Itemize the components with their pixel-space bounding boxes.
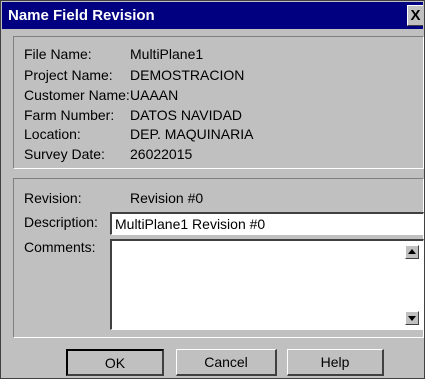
location-value: DEP. MAQUINARIA — [130, 126, 254, 142]
ok-button[interactable]: OK — [66, 349, 164, 376]
location-label: Location: — [24, 126, 81, 142]
description-label: Description: — [24, 214, 98, 230]
farm-number-value: DATOS NAVIDAD — [130, 107, 243, 123]
cancel-button[interactable]: Cancel — [176, 349, 277, 376]
comments-label: Comments: — [24, 239, 96, 255]
close-icon[interactable]: X — [407, 5, 423, 26]
file-name-label: File Name: — [24, 46, 92, 62]
revision-value: Revision #0 — [130, 190, 204, 206]
farm-number-label: Farm Number: — [24, 107, 115, 123]
file-name-value: MultiPlane1 — [130, 46, 204, 62]
customer-name-label: Customer Name: — [24, 87, 130, 103]
customer-name-value: UAAAN — [130, 87, 179, 103]
arrow-down-icon[interactable] — [405, 311, 419, 325]
description-input[interactable] — [110, 212, 424, 235]
help-button[interactable]: Help — [287, 349, 384, 376]
name-field-revision-dialog: Name Field Revision X File Name: MultiPl… — [0, 0, 425, 379]
window-title: Name Field Revision — [8, 7, 155, 24]
project-name-label: Project Name: — [24, 67, 113, 83]
arrow-up-icon[interactable] — [405, 245, 419, 259]
survey-date-value: 26022015 — [130, 146, 193, 162]
title-bar: Name Field Revision X — [2, 2, 423, 29]
revision-label: Revision: — [24, 190, 82, 206]
comments-textarea[interactable] — [110, 239, 424, 330]
project-name-value: DEMOSTRACION — [130, 67, 245, 83]
survey-date-label: Survey Date: — [24, 146, 105, 162]
